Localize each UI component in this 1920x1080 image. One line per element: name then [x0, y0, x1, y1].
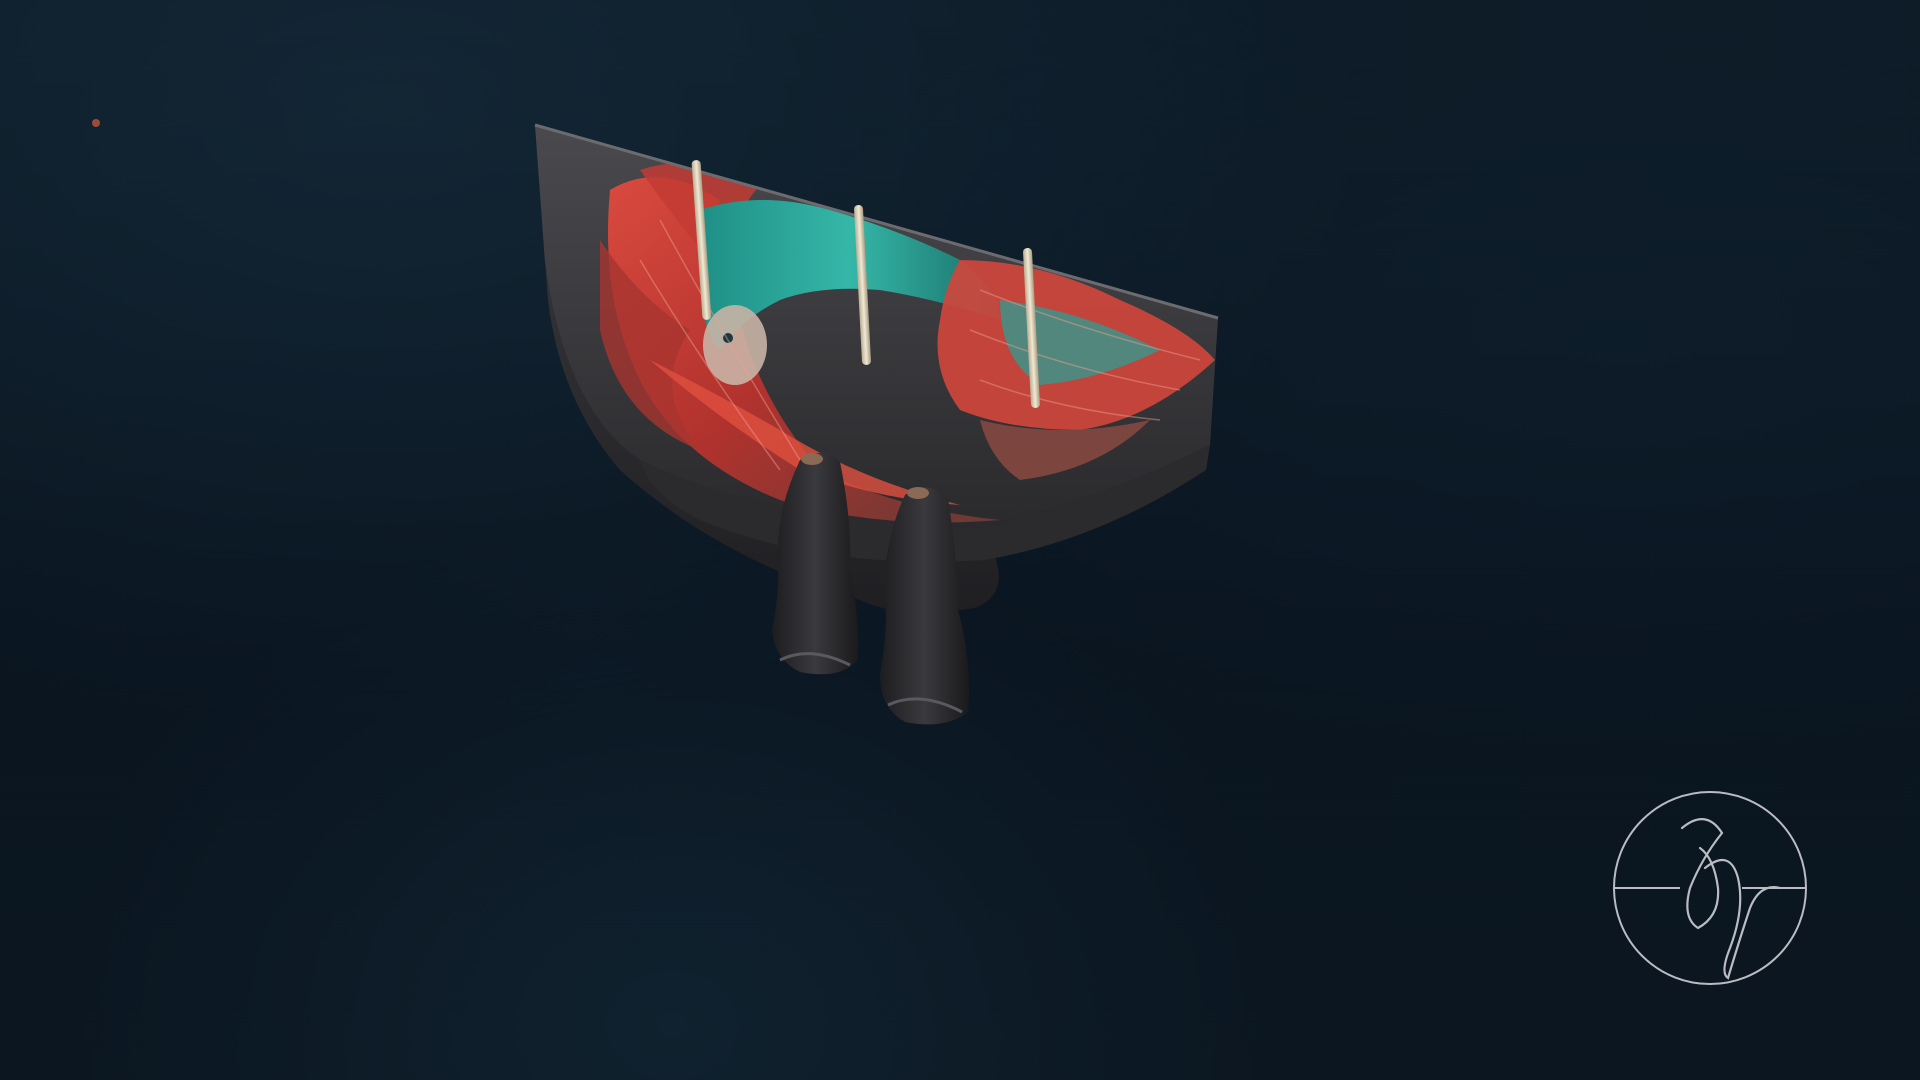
render-scene — [0, 0, 1920, 1080]
lens-speck — [92, 119, 100, 127]
signature-monogram-icon — [1613, 791, 1807, 985]
